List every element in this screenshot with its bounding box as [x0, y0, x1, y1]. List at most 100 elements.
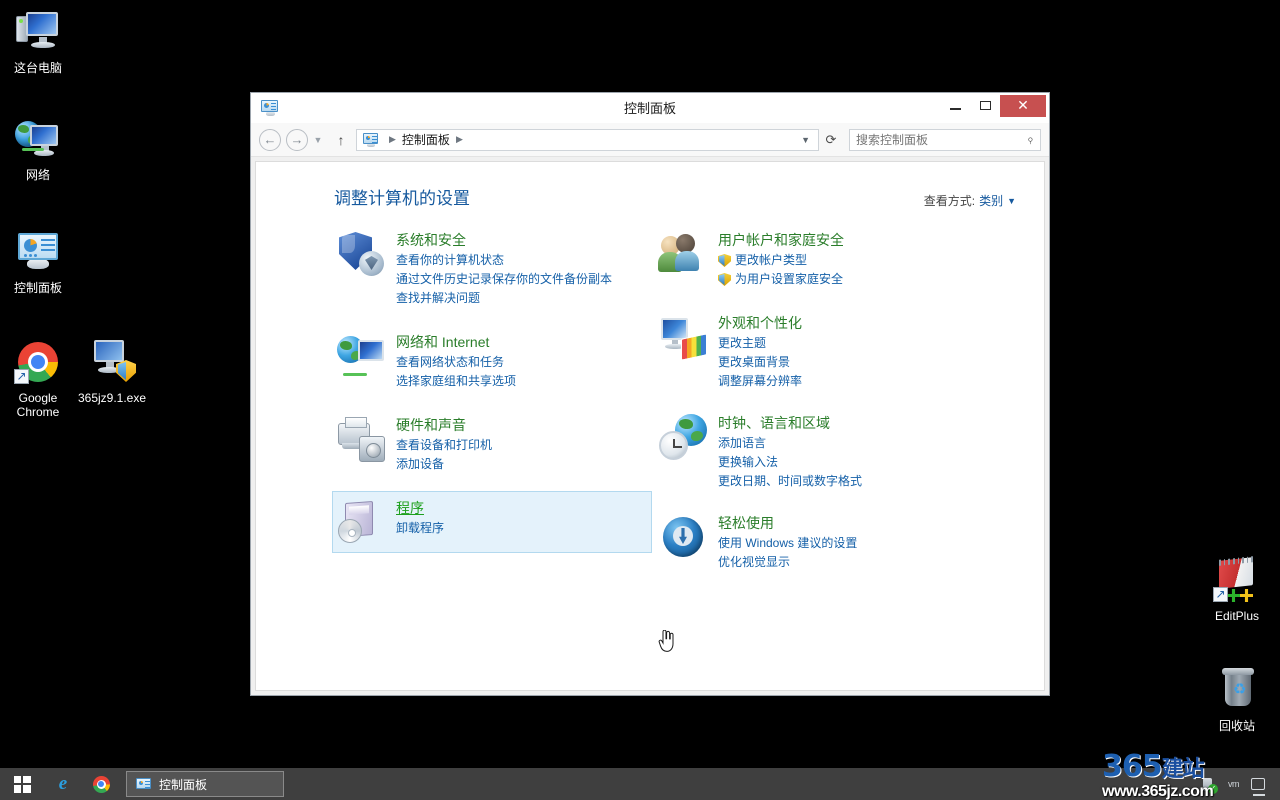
chevron-down-icon[interactable]: ▼ — [801, 135, 814, 145]
chrome-icon: ↗ — [14, 338, 62, 386]
link-text: 添加语言 — [718, 436, 767, 450]
maximize-button[interactable] — [970, 95, 1000, 117]
appearance-icon — [659, 313, 707, 361]
windows-logo-icon — [13, 775, 31, 793]
usb-safely-remove-icon[interactable]: ✓ — [1199, 776, 1218, 794]
window-titlebar[interactable]: 控制面板 ✕ — [251, 93, 1049, 123]
desktop-icon-label: 控制面板 — [13, 281, 62, 295]
category-link[interactable]: 查看你的计算机状态 — [396, 251, 612, 270]
category-link[interactable]: 调整屏幕分辨率 — [718, 372, 802, 391]
up-one-level-button[interactable]: ↑ — [330, 132, 352, 148]
category-programs[interactable]: 程序 卸载程序 — [332, 491, 652, 553]
category-link[interactable]: 通过文件历史记录保存你的文件备份副本 — [396, 270, 612, 289]
search-box[interactable]: 搜索控制面板 ⌕ — [849, 128, 1041, 151]
category-ease-of-access[interactable]: 轻松使用 使用 Windows 建议的设置 优化视觉显示 — [654, 506, 976, 579]
breadcrumb-control-panel[interactable]: 控制面板 — [402, 131, 450, 148]
category-title[interactable]: 轻松使用 — [718, 514, 857, 532]
recycle-bin-icon: ♻ — [1213, 666, 1261, 714]
shortcut-arrow-icon: ↗ — [14, 369, 29, 384]
desktop-icon-label: Google Chrome — [16, 391, 60, 419]
link-text: 更换输入法 — [718, 455, 779, 469]
category-link[interactable]: 更改桌面背景 — [718, 353, 802, 372]
control-panel-window: 控制面板 ✕ ← → ▼ ↑ ▶ 控制面板 ▶ ▼ ⟳ 搜索控制面板 ⌕ 调整计… — [250, 92, 1050, 696]
category-link[interactable]: 选择家庭组和共享选项 — [396, 372, 516, 391]
category-title[interactable]: 程序 — [396, 499, 444, 517]
system-tray: ✓ vm — [1199, 768, 1280, 800]
category-link[interactable]: 更改日期、时间或数字格式 — [718, 472, 862, 491]
breadcrumb-separator-icon: ▶ — [389, 134, 396, 144]
address-breadcrumb-bar[interactable]: ▶ 控制面板 ▶ ▼ — [356, 128, 819, 151]
category-title[interactable]: 用户帐户和家庭安全 — [718, 231, 844, 249]
desktop-icon-google-chrome[interactable]: ↗ Google Chrome — [0, 338, 76, 419]
category-link[interactable]: 更换输入法 — [718, 453, 862, 472]
search-input[interactable]: 搜索控制面板 — [856, 131, 928, 148]
internet-explorer-icon: e — [58, 773, 68, 794]
uac-shield-icon — [718, 254, 731, 267]
printer-icon — [337, 415, 385, 463]
category-system-and-security[interactable]: 系统和安全 查看你的计算机状态 通过文件历史记录保存你的文件备份副本 查找并解决… — [332, 223, 654, 315]
category-clock-language-and-region[interactable]: 时钟、语言和区域 添加语言 更换输入法 更改日期、时间或数字格式 — [654, 406, 976, 498]
link-text: 查看你的计算机状态 — [396, 253, 505, 267]
link-text: 通过文件历史记录保存你的文件备份副本 — [396, 272, 613, 286]
desktop-icon-label: 365jz9.1.exe — [77, 391, 147, 405]
desktop-icon-network[interactable]: 网络 — [0, 115, 76, 182]
category-title[interactable]: 硬件和声音 — [396, 416, 492, 434]
back-button[interactable]: ← — [259, 128, 281, 151]
category-column-left: 系统和安全 查看你的计算机状态 通过文件历史记录保存你的文件备份副本 查找并解决… — [332, 223, 654, 585]
category-link[interactable]: 添加设备 — [396, 455, 492, 474]
control-panel-icon — [136, 777, 152, 791]
minimize-button[interactable] — [940, 95, 970, 117]
view-by-value[interactable]: 类别 — [979, 192, 1003, 209]
category-link[interactable]: 查看网络状态和任务 — [396, 353, 516, 372]
category-link[interactable]: 查找并解决问题 — [396, 289, 612, 308]
category-network-and-internet[interactable]: 网络和 Internet 查看网络状态和任务 选择家庭组和共享选项 — [332, 325, 654, 398]
link-text: 查看网络状态和任务 — [396, 355, 505, 369]
category-appearance-and-personalization[interactable]: 外观和个性化 更改主题 更改桌面背景 调整屏幕分辨率 — [654, 306, 976, 398]
chevron-down-icon[interactable]: ▼ — [1007, 196, 1016, 206]
desktop-icon-label: 网络 — [25, 168, 50, 182]
category-link[interactable]: 为用户设置家庭安全 — [718, 270, 844, 289]
category-link[interactable]: 添加语言 — [718, 434, 862, 453]
start-button[interactable] — [0, 768, 44, 800]
address-toolbar: ← → ▼ ↑ ▶ 控制面板 ▶ ▼ ⟳ 搜索控制面板 ⌕ — [251, 123, 1049, 157]
category-link[interactable]: 使用 Windows 建议的设置 — [718, 534, 857, 553]
shield-icon — [337, 230, 385, 278]
category-link[interactable]: 查看设备和打印机 — [396, 436, 492, 455]
forward-button[interactable]: → — [286, 128, 308, 151]
desktop-icon-editplus[interactable]: ↗ EditPlus — [1199, 556, 1275, 623]
breadcrumb-separator-icon[interactable]: ▶ — [456, 134, 463, 145]
link-text: 优化视觉显示 — [718, 555, 791, 569]
taskbar-internet-explorer[interactable]: e — [44, 768, 82, 800]
taskbar-window-control-panel[interactable]: 控制面板 — [126, 771, 284, 797]
category-link[interactable]: 更改帐户类型 — [718, 251, 844, 270]
refresh-button[interactable]: ⟳ — [819, 131, 843, 149]
desktop-icon-control-panel[interactable]: 控制面板 — [0, 228, 76, 295]
desktop-icon-recycle-bin[interactable]: ♻ 回收站 — [1199, 666, 1275, 733]
network-globe-icon — [14, 115, 62, 163]
category-link[interactable]: 更改主题 — [718, 334, 802, 353]
category-title[interactable]: 时钟、语言和区域 — [718, 414, 862, 432]
vmware-tray-icon[interactable]: vm — [1225, 776, 1242, 793]
category-hardware-and-sound[interactable]: 硬件和声音 查看设备和打印机 添加设备 — [332, 408, 654, 481]
desktop-icon-365jz-exe[interactable]: 365jz9.1.exe — [74, 338, 150, 405]
recent-locations-button[interactable]: ▼ — [310, 135, 326, 145]
desktop-icon-this-pc[interactable]: 这台电脑 — [0, 8, 76, 75]
desktop-icon-label: EditPlus — [1214, 609, 1260, 623]
link-text: 添加设备 — [396, 457, 445, 471]
category-title[interactable]: 外观和个性化 — [718, 314, 802, 332]
category-title[interactable]: 系统和安全 — [396, 231, 612, 249]
network-tray-icon[interactable] — [1251, 776, 1268, 793]
close-button[interactable]: ✕ — [1000, 94, 1046, 117]
search-icon: ⌕ — [1022, 131, 1038, 147]
taskbar-chrome[interactable] — [82, 768, 120, 800]
link-text: 查看设备和打印机 — [396, 438, 493, 452]
link-text: 更改主题 — [718, 336, 767, 350]
category-link[interactable]: 卸载程序 — [396, 519, 444, 538]
link-text: 查找并解决问题 — [396, 291, 481, 305]
ease-of-access-icon — [659, 513, 707, 561]
category-title[interactable]: 网络和 Internet — [396, 333, 516, 351]
category-link[interactable]: 优化视觉显示 — [718, 553, 857, 572]
view-by-label: 查看方式: — [923, 194, 976, 208]
category-user-accounts-and-family-safety[interactable]: 用户帐户和家庭安全 更改帐户类型 为用户设置家庭安全 — [654, 223, 976, 296]
desktop-icon-label: 回收站 — [1218, 719, 1255, 733]
